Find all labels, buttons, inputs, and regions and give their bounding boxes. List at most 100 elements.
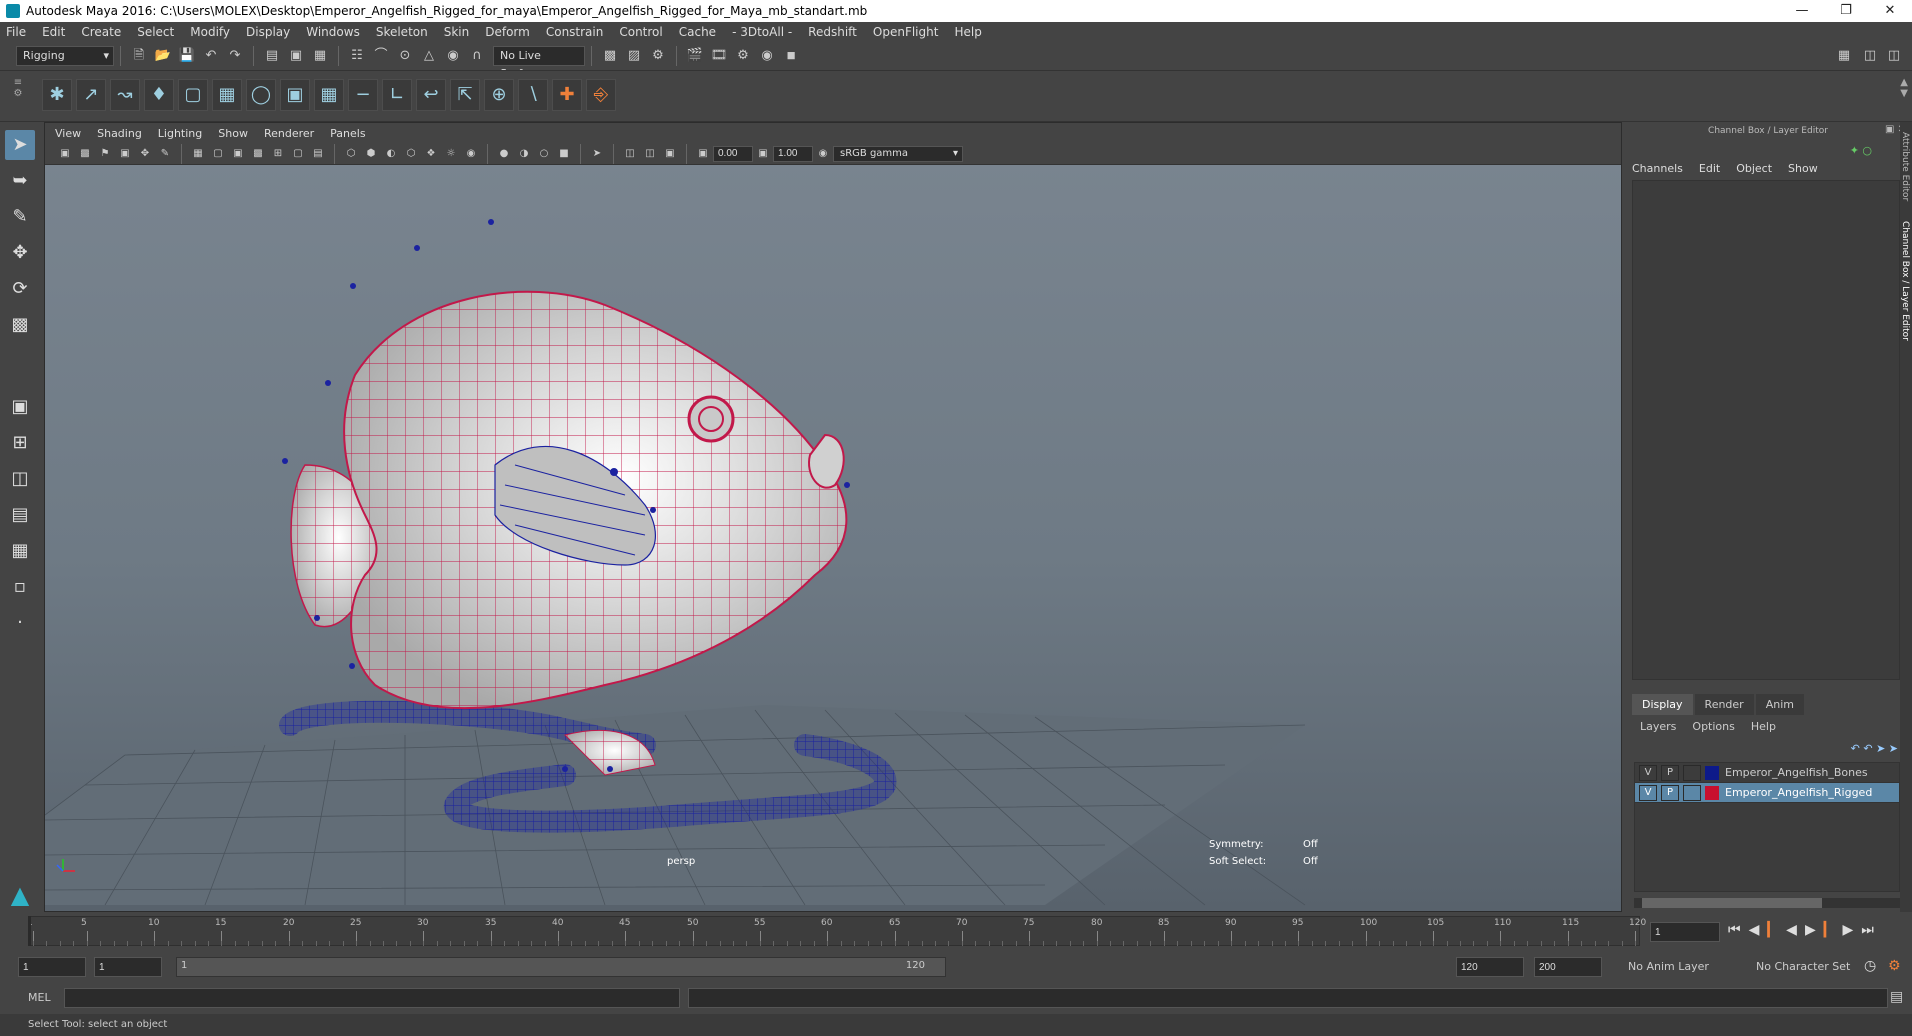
menu-item[interactable]: Deform: [485, 25, 530, 39]
menu-item[interactable]: Modify: [190, 25, 230, 39]
use-all-lights-icon[interactable]: ☼: [444, 147, 458, 161]
menu-item[interactable]: Cache: [679, 25, 716, 39]
layer-visibility-toggle[interactable]: V: [1639, 764, 1657, 781]
ik-spline-icon[interactable]: ↝: [110, 79, 140, 111]
orient-joint-icon[interactable]: ▢: [178, 79, 208, 111]
ik-handle-icon[interactable]: ↗: [76, 79, 106, 111]
input-ops-icon[interactable]: ▩: [601, 47, 619, 65]
panel-menu-item[interactable]: View: [55, 127, 81, 140]
four-view-layout-icon[interactable]: ⊞: [5, 428, 35, 458]
camera-attributes-icon[interactable]: ▩: [78, 147, 92, 161]
snap-curve-icon[interactable]: ⌒: [372, 47, 390, 65]
persp-graph-layout-icon[interactable]: ▦: [5, 536, 35, 566]
screen-space-ao-icon[interactable]: ●: [497, 147, 511, 161]
channel-box-menu-item[interactable]: Edit: [1699, 162, 1720, 175]
layer-menu-item[interactable]: Help: [1751, 720, 1776, 733]
step-back-key-icon[interactable]: ◀: [1749, 922, 1768, 938]
play-back-icon[interactable]: ◀: [1786, 922, 1805, 938]
attribute-editor-tab[interactable]: Attribute Editor: [1900, 132, 1910, 201]
xray-active-icon[interactable]: ◫: [643, 147, 657, 161]
move-tool-icon[interactable]: ✥: [5, 238, 35, 268]
auto-key-icon[interactable]: ◷: [1864, 958, 1876, 974]
isolate-select-icon[interactable]: ➤: [590, 147, 604, 161]
gate-mask-icon[interactable]: ▩: [251, 147, 265, 161]
smooth-bind-icon[interactable]: ◯: [246, 79, 276, 111]
panel-menu-item[interactable]: Lighting: [158, 127, 202, 140]
go-to-end-icon[interactable]: ⏭: [1861, 922, 1882, 938]
anti-aliasing-icon[interactable]: ○: [537, 147, 551, 161]
anim-layer-dropdown[interactable]: No Anim Layer: [1614, 957, 1734, 977]
current-frame-field[interactable]: [1650, 922, 1720, 942]
field-chart-icon[interactable]: ⊞: [271, 147, 285, 161]
go-to-start-icon[interactable]: ⏮: [1728, 922, 1749, 938]
layer-playback-toggle[interactable]: P: [1661, 784, 1679, 801]
layer-menu-item[interactable]: Options: [1692, 720, 1734, 733]
ipr-render-icon[interactable]: 🎞: [710, 47, 728, 65]
gamma-field[interactable]: [773, 145, 813, 162]
playback-end-field[interactable]: [1456, 957, 1524, 977]
xray-joints-icon[interactable]: ◫: [623, 147, 637, 161]
backface-culling-icon[interactable]: ▣: [663, 147, 677, 161]
layer-color-swatch[interactable]: [1705, 765, 1719, 780]
time-ruler[interactable]: 1510152025303540455055606570758085909510…: [27, 916, 1646, 946]
exposure-field[interactable]: [713, 145, 753, 162]
output-ops-icon[interactable]: ▨: [625, 47, 643, 65]
script-editor-icon[interactable]: ▤: [1890, 989, 1903, 1005]
layer-visibility-toggle[interactable]: V: [1639, 784, 1657, 801]
wireframe-on-shaded-icon[interactable]: ⬡: [404, 147, 418, 161]
film-gate-icon[interactable]: ▢: [211, 147, 225, 161]
render-settings-icon[interactable]: ⚙: [734, 47, 752, 65]
shadows-icon[interactable]: ◉: [464, 147, 478, 161]
magnet-icon[interactable]: ∩: [468, 47, 486, 65]
workspace-icon[interactable]: ▦: [1835, 47, 1853, 65]
safe-title-icon[interactable]: ▤: [311, 147, 325, 161]
viewport-persp[interactable]: View Shading Lighting Show Renderer Panels ▣ …: [44, 122, 1622, 912]
lasso-tool-icon[interactable]: ➥: [5, 166, 35, 196]
command-input[interactable]: [64, 988, 680, 1008]
channel-box-menu-item[interactable]: Channels: [1632, 162, 1683, 175]
layer-type-toggle[interactable]: [1683, 784, 1701, 801]
layer-tab[interactable]: Anim: [1755, 694, 1804, 715]
scene-canvas[interactable]: [45, 165, 1621, 911]
paint-select-icon[interactable]: ✎: [5, 202, 35, 232]
depth-of-field-icon[interactable]: ■: [557, 147, 571, 161]
joint-tool-icon[interactable]: ✱: [42, 79, 72, 111]
menu-item[interactable]: Edit: [42, 25, 65, 39]
layer-tab[interactable]: Display: [1632, 694, 1693, 715]
menu-item[interactable]: File: [6, 25, 26, 39]
layer-scrollbar[interactable]: [1634, 898, 1900, 908]
aim-constraint-icon[interactable]: ∟: [382, 79, 412, 111]
restore-icon[interactable]: ❐: [1824, 0, 1868, 22]
play-forward-icon[interactable]: ▶: [1805, 922, 1824, 938]
image-plane-icon[interactable]: ▣: [118, 147, 132, 161]
menu-item[interactable]: Windows: [306, 25, 360, 39]
layer-action-icons[interactable]: ↶ ↶ ➤ ➤: [1851, 742, 1898, 755]
anim-start-field[interactable]: [18, 957, 86, 977]
menu-item[interactable]: OpenFlight: [873, 25, 939, 39]
menu-item[interactable]: - 3DtoAll -: [732, 25, 792, 39]
gamma-icon[interactable]: ▣: [756, 147, 770, 161]
hypershade-icon[interactable]: ◉: [758, 47, 776, 65]
snap-surface-icon[interactable]: ◉: [444, 47, 462, 65]
layer-menu-item[interactable]: Layers: [1640, 720, 1676, 733]
layer-row[interactable]: V P Emperor_Angelfish_Rigged: [1635, 783, 1899, 803]
select-object-icon[interactable]: ▣: [287, 47, 305, 65]
shelf-scroll-icon[interactable]: ▲ ▼: [1900, 77, 1908, 99]
select-component-icon[interactable]: ▦: [311, 47, 329, 65]
scale-tool-icon[interactable]: ▩: [5, 310, 35, 340]
script-language-label[interactable]: MEL: [28, 991, 51, 1004]
render-view-icon[interactable]: ◾: [782, 47, 800, 65]
panel-menu-item[interactable]: Shading: [97, 127, 142, 140]
anim-end-field[interactable]: [1534, 957, 1602, 977]
step-back-frame-icon[interactable]: ▎: [1767, 922, 1786, 938]
single-view-layout-icon[interactable]: ▣: [5, 392, 35, 422]
layer-playback-toggle[interactable]: P: [1661, 764, 1679, 781]
snap-grid-icon[interactable]: ☷: [348, 47, 366, 65]
layer-row[interactable]: V P Emperor_Angelfish_Bones: [1635, 763, 1899, 783]
channel-box-menu-item[interactable]: Object: [1736, 162, 1772, 175]
hypershade-layout-icon[interactable]: ▫: [5, 572, 35, 602]
construction-history-icon[interactable]: ⚙: [649, 47, 667, 65]
locator-icon[interactable]: ✚: [552, 79, 582, 111]
close-icon[interactable]: ✕: [1868, 0, 1912, 22]
exposure-icon[interactable]: ▣: [696, 147, 710, 161]
